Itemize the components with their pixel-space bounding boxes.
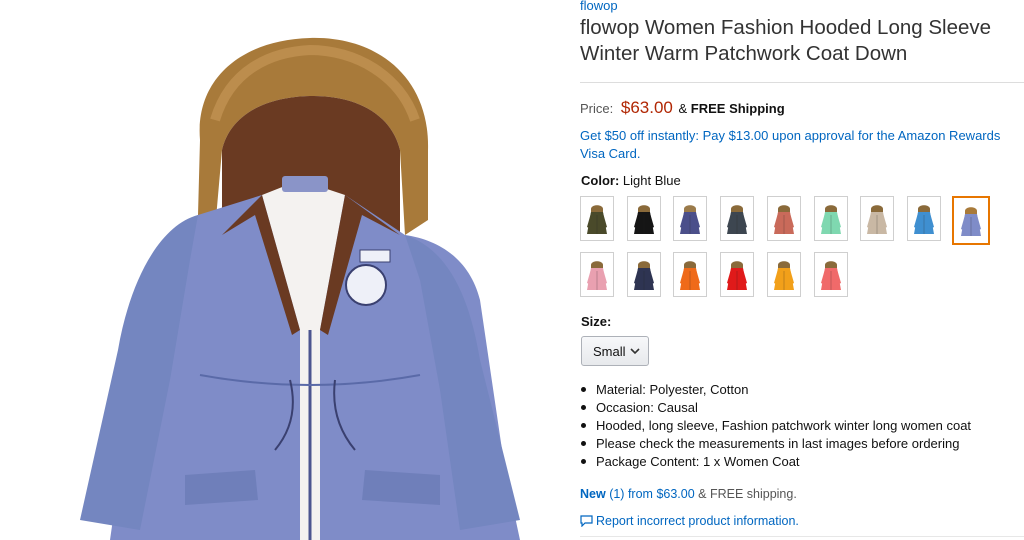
coat-thumbnail-icon [680, 260, 700, 290]
feature-bullet: Hooded, long sleeve, Fashion patchwork w… [580, 417, 971, 435]
size-label: Size: [581, 314, 612, 329]
promo-link[interactable]: Get $50 off instantly: Pay $13.00 upon a… [580, 127, 1020, 163]
price-amp: & [678, 101, 688, 116]
bullet-dot [581, 404, 586, 410]
size-dropdown[interactable]: Small [581, 336, 649, 366]
bullet-dot [581, 422, 586, 428]
offers-shipping: & FREE shipping. [698, 487, 797, 501]
coat-thumbnail-icon [961, 206, 981, 236]
coat-thumbnail-icon [727, 260, 747, 290]
product-title: flowop Women Fashion Hooded Long Sleeve … [580, 16, 992, 65]
coat-thumbnail-icon [634, 260, 654, 290]
divider [580, 536, 1024, 537]
color-swatch[interactable] [627, 196, 661, 241]
new-offers-link[interactable]: New (1) from $63.00 [580, 487, 695, 501]
feature-bullet: Package Content: 1 x Women Coat [580, 453, 971, 471]
bullet-dot [581, 458, 586, 464]
bullet-dot [581, 440, 586, 446]
color-swatch[interactable] [814, 196, 848, 241]
price-label: Price: [580, 101, 614, 116]
coat-thumbnail-icon [587, 204, 607, 234]
other-offers: New (1) from $63.00 & FREE shipping. [580, 487, 797, 501]
price-amount: $63.00 [620, 98, 673, 117]
coat-thumbnail-icon [821, 260, 841, 290]
color-label: Color: [581, 173, 620, 188]
color-swatch[interactable] [580, 252, 614, 297]
color-swatch[interactable] [673, 252, 707, 297]
color-swatch[interactable] [907, 196, 941, 241]
report-link[interactable]: Report incorrect product information. [580, 514, 799, 528]
feature-bullet: Please check the measurements in last im… [580, 435, 971, 453]
coat-thumbnail-icon [774, 204, 794, 234]
brand-link[interactable]: flowop [580, 0, 618, 13]
color-swatch[interactable] [952, 196, 990, 245]
coat-thumbnail-icon [587, 260, 607, 290]
bullet-dot [581, 387, 586, 392]
product-image[interactable] [0, 0, 560, 540]
coat-thumbnail-icon [634, 204, 654, 234]
color-swatch[interactable] [673, 196, 707, 241]
color-swatch[interactable] [720, 196, 754, 241]
price-row: Price: $63.00 & FREE Shipping [580, 98, 785, 118]
divider [580, 82, 1024, 83]
coat-thumbnail-icon [727, 204, 747, 234]
size-value: Small [593, 343, 626, 359]
color-swatch[interactable] [580, 196, 614, 241]
coat-thumbnail-icon [680, 204, 700, 234]
coat-thumbnail-icon [774, 260, 794, 290]
feature-bullets: Material: Polyester, Cotton Occasion: Ca… [580, 381, 971, 471]
color-swatch[interactable] [767, 196, 801, 241]
feature-bullet: Material: Polyester, Cotton [580, 381, 971, 399]
coat-thumbnail-icon [867, 204, 887, 234]
free-shipping-label: FREE Shipping [690, 101, 785, 116]
coat-thumbnail-icon [821, 204, 841, 234]
color-swatch[interactable] [720, 252, 754, 297]
color-selection: Color: Light Blue [581, 173, 681, 188]
coat-thumbnail-icon [914, 204, 934, 234]
color-swatch[interactable] [767, 252, 801, 297]
color-value: Light Blue [622, 173, 681, 188]
chevron-down-icon [630, 345, 640, 360]
feature-bullet: Occasion: Causal [580, 399, 971, 417]
coat-illustration [80, 37, 520, 540]
comment-icon [580, 515, 593, 527]
color-swatch[interactable] [860, 196, 894, 241]
color-swatch[interactable] [627, 252, 661, 297]
product-info: flowop flowop Women Fashion Hooded Long … [580, 0, 1024, 540]
color-swatch[interactable] [814, 252, 848, 297]
